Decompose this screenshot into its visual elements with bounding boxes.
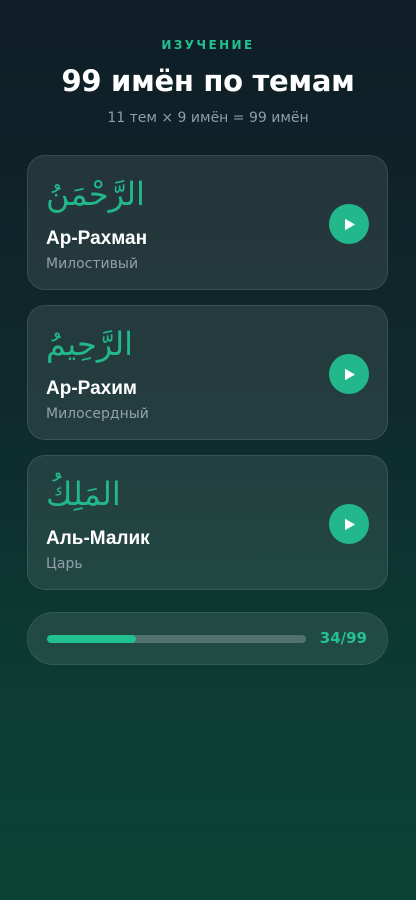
play-icon — [345, 368, 355, 380]
play-audio-button[interactable] — [329, 504, 369, 544]
name-card[interactable]: الرَّحِيمُ Ар-Рахим Милосердный — [27, 305, 388, 440]
play-audio-button[interactable] — [329, 204, 369, 244]
progress-count: 34/99 — [319, 629, 367, 647]
arabic-name: الرَّحِيمُ — [46, 325, 134, 363]
arabic-name: المَلِكُ — [46, 475, 121, 513]
section-eyebrow: ИЗУЧЕНИЕ — [161, 38, 255, 52]
name-meaning: Милостивый — [46, 256, 139, 272]
play-icon — [345, 218, 355, 230]
name-meaning: Царь — [46, 556, 83, 572]
page-subtitle: 11 тем × 9 имён = 99 имён — [107, 110, 309, 126]
transliterated-name: Аль-Малик — [46, 528, 150, 549]
progress-track — [47, 635, 306, 643]
name-card[interactable]: المَلِكُ Аль-Малик Царь — [27, 455, 388, 590]
play-audio-button[interactable] — [329, 354, 369, 394]
transliterated-name: Ар-Рахман — [46, 228, 148, 249]
progress-fill — [47, 635, 136, 643]
name-card[interactable]: الرَّحْمَنُ Ар-Рахман Милостивый — [27, 155, 388, 290]
play-icon — [345, 518, 355, 530]
page-title: 99 имён по темам — [61, 64, 355, 98]
progress-card: 34/99 — [27, 612, 388, 665]
transliterated-name: Ар-Рахим — [46, 378, 137, 399]
name-meaning: Милосердный — [46, 406, 149, 422]
arabic-name: الرَّحْمَنُ — [46, 175, 145, 213]
